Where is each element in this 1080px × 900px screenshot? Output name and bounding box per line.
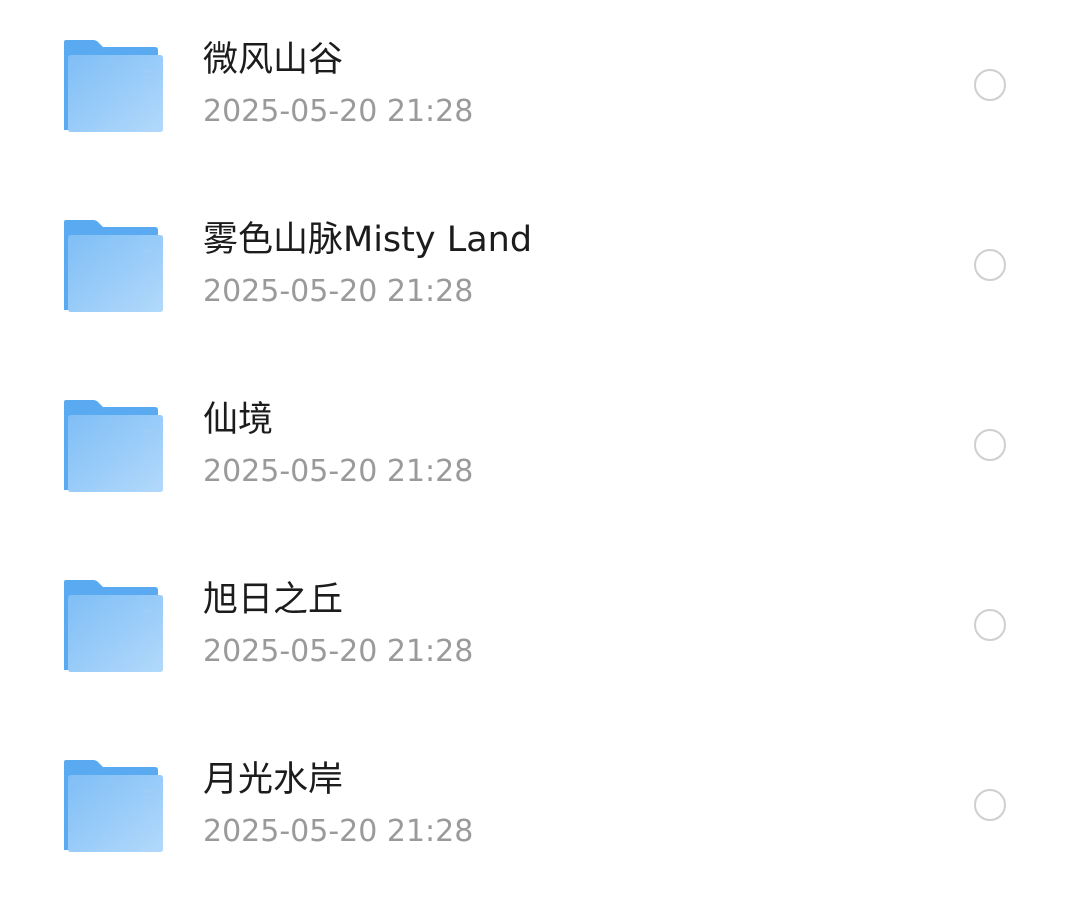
file-name: 雾色山脉Misty Land bbox=[203, 220, 533, 260]
folder-icon bbox=[61, 218, 165, 314]
list-item[interactable]: 月光水岸 2025-05-20 21:28 bbox=[0, 720, 1080, 900]
folder-icon bbox=[61, 398, 165, 494]
folder-icon bbox=[61, 758, 165, 854]
select-radio[interactable] bbox=[974, 789, 1006, 821]
file-name: 旭日之丘 bbox=[203, 580, 344, 620]
file-name: 仙境 bbox=[203, 400, 274, 440]
file-date: 2025-05-20 21:28 bbox=[203, 94, 474, 129]
list-item[interactable]: 仙境 2025-05-20 21:28 bbox=[0, 360, 1080, 540]
file-list: 微风山谷 2025-05-20 21:28 雾色山脉Misty Land 202… bbox=[0, 0, 1080, 874]
select-radio[interactable] bbox=[974, 609, 1006, 641]
select-radio[interactable] bbox=[974, 429, 1006, 461]
list-item[interactable]: 旭日之丘 2025-05-20 21:28 bbox=[0, 540, 1080, 720]
file-name: 月光水岸 bbox=[203, 760, 344, 800]
list-item[interactable]: 雾色山脉Misty Land 2025-05-20 21:28 bbox=[0, 180, 1080, 360]
file-date: 2025-05-20 21:28 bbox=[203, 634, 474, 669]
file-date: 2025-05-20 21:28 bbox=[203, 274, 474, 309]
list-item[interactable]: 微风山谷 2025-05-20 21:28 bbox=[0, 0, 1080, 180]
select-radio[interactable] bbox=[974, 249, 1006, 281]
file-date: 2025-05-20 21:28 bbox=[203, 814, 474, 849]
file-date: 2025-05-20 21:28 bbox=[203, 454, 474, 489]
select-radio[interactable] bbox=[974, 69, 1006, 101]
folder-icon bbox=[61, 38, 165, 134]
folder-icon bbox=[61, 578, 165, 674]
file-name: 微风山谷 bbox=[203, 40, 344, 80]
